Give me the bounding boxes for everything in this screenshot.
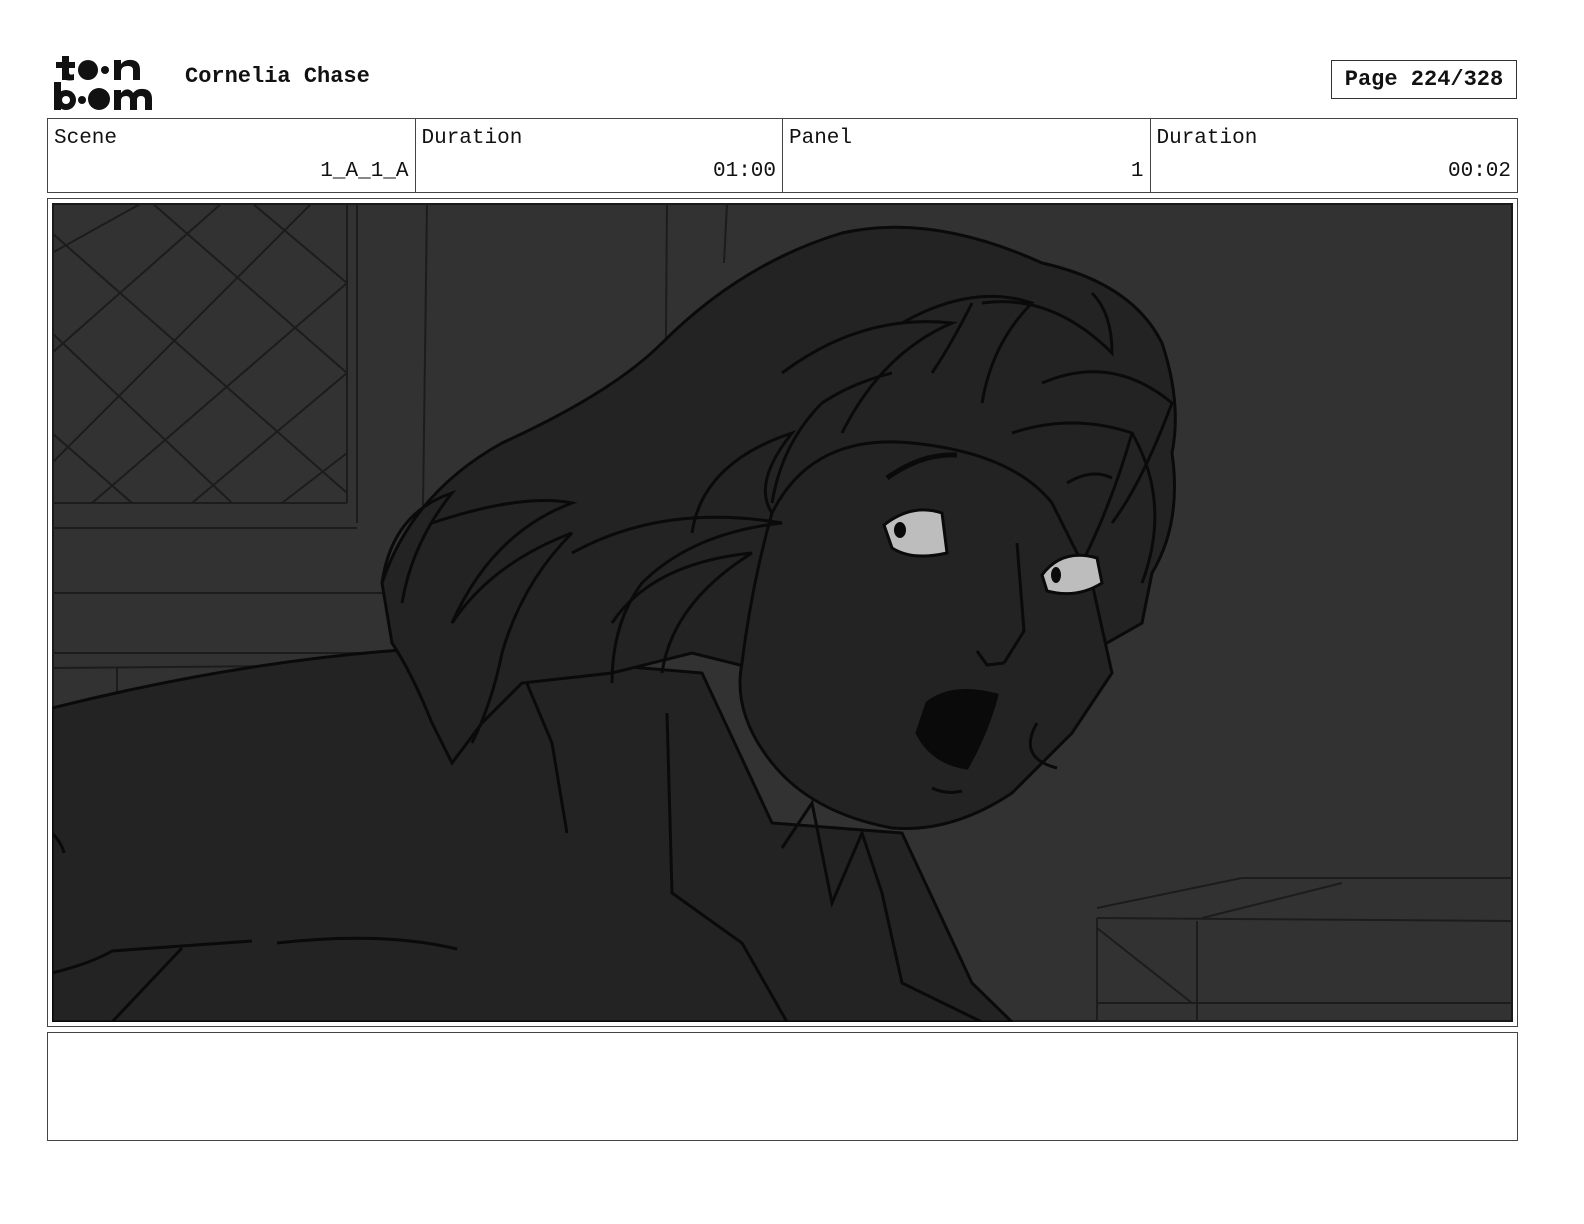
scene-duration-label: Duration xyxy=(421,127,523,150)
scene-duration-value: 01:00 xyxy=(712,160,776,183)
storyboard-panel-drawing-icon xyxy=(52,203,1513,1022)
project-title: Cornelia Chase xyxy=(185,64,370,89)
scene-info-bar: Scene 1_A_1_A Duration 01:00 Panel 1 Dur… xyxy=(47,118,1518,193)
panel-value: 1 xyxy=(1130,160,1144,183)
panel-cell: Panel 1 xyxy=(783,119,1151,192)
toon-boom-logo-icon xyxy=(54,56,152,110)
panel-duration-value: 00:02 xyxy=(1447,160,1511,183)
scene-value: 1_A_1_A xyxy=(320,160,409,183)
panel-notes-box xyxy=(47,1032,1518,1141)
scene-cell: Scene 1_A_1_A xyxy=(48,119,416,192)
panel-duration-cell: Duration 00:02 xyxy=(1151,119,1518,192)
storyboard-panel xyxy=(47,198,1518,1027)
page-number: Page 224/328 xyxy=(1331,60,1517,99)
scene-duration-cell: Duration 01:00 xyxy=(416,119,783,192)
panel-duration-label: Duration xyxy=(1156,127,1258,150)
panel-label: Panel xyxy=(789,127,853,150)
scene-label: Scene xyxy=(54,127,118,150)
